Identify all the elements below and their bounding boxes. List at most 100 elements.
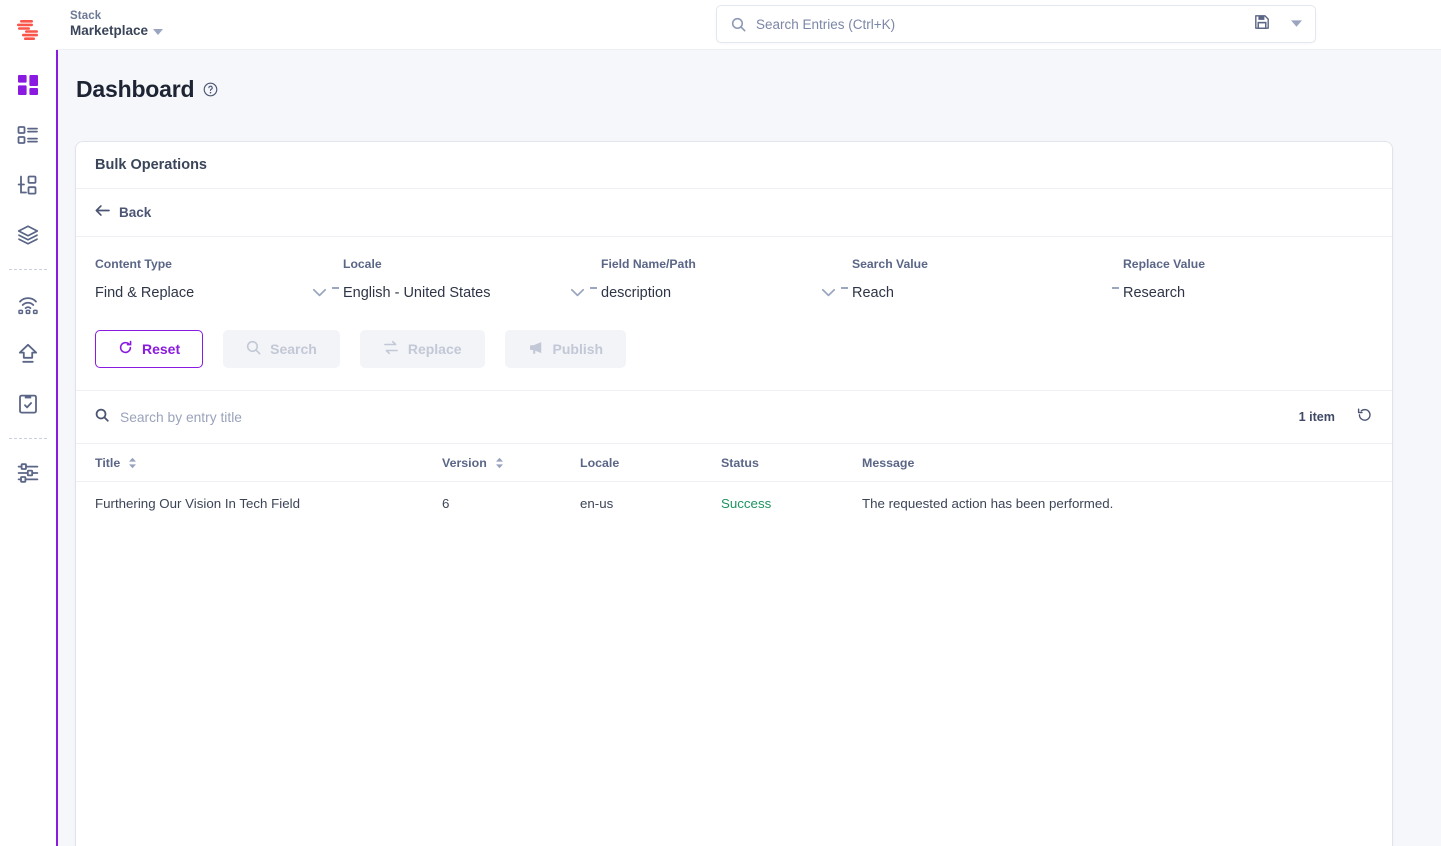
magnifier-icon xyxy=(95,408,109,427)
undo-refresh-icon[interactable] xyxy=(1357,407,1373,428)
filter-row: Content Type Find & Replace Locale Engli… xyxy=(95,257,1373,304)
page-container: Dashboard Bulk Operations Back Content T… xyxy=(56,50,1441,846)
filter-value: English - United States xyxy=(343,285,491,301)
layers-icon xyxy=(17,224,39,246)
filter-control[interactable]: Find & Replace xyxy=(95,282,327,304)
filter-search-value[interactable]: Search Value Reach xyxy=(852,257,1107,304)
filter-label: Search Value xyxy=(852,257,928,271)
card-title-bar: Bulk Operations xyxy=(76,142,1392,189)
filter-label: Field Name/Path xyxy=(601,257,696,271)
global-search-actions xyxy=(1254,14,1303,35)
filter-label: Content Type xyxy=(95,257,172,271)
filter-control[interactable]: Reach xyxy=(852,282,1107,304)
filter-label: Replace Value xyxy=(1123,257,1205,271)
bulk-operations-card: Bulk Operations Back Content Type Find &… xyxy=(76,142,1392,846)
sidebar-item-settings[interactable] xyxy=(0,448,56,498)
column-header-version[interactable]: Version xyxy=(442,456,580,470)
back-button[interactable]: Back xyxy=(95,204,151,222)
filter-control[interactable]: description xyxy=(601,282,836,304)
magnifier-icon xyxy=(246,340,261,358)
chevron-down-icon[interactable] xyxy=(570,284,585,302)
action-buttons: Reset Search Replace Publish xyxy=(95,330,1373,368)
column-header-title[interactable]: Title xyxy=(95,456,442,470)
contentstack-logo[interactable] xyxy=(0,8,56,52)
top-bar: Stack Marketplace Search Entries (Ctrl+K… xyxy=(56,0,1441,50)
publish-button[interactable]: Publish xyxy=(504,330,627,368)
wifi-dots-icon xyxy=(17,293,39,315)
sidebar-item-entries[interactable] xyxy=(0,160,56,210)
column-label: Message xyxy=(862,455,915,470)
search-button[interactable]: Search xyxy=(223,330,340,368)
table-row[interactable]: Furthering Our Vision In Tech Field 6 en… xyxy=(76,482,1392,524)
filter-separator xyxy=(327,287,343,289)
sort-icon[interactable] xyxy=(495,457,504,469)
sort-icon[interactable] xyxy=(128,457,137,469)
sidebar-item-assets[interactable] xyxy=(0,210,56,260)
filter-control[interactable]: Research xyxy=(1123,282,1353,304)
item-count: 1 item xyxy=(1298,410,1335,424)
stack-name: Marketplace xyxy=(70,23,149,39)
filter-control[interactable]: English - United States xyxy=(343,282,585,304)
search-label: Search xyxy=(270,341,317,357)
list-search-bar: Search by entry title 1 item xyxy=(76,391,1392,444)
caret-down-icon[interactable] xyxy=(153,28,164,35)
sidebar-item-workflows[interactable] xyxy=(0,379,56,429)
filter-replace-value[interactable]: Replace Value Research xyxy=(1123,257,1353,304)
back-label: Back xyxy=(119,205,152,220)
column-header-status: Status xyxy=(721,456,862,470)
refresh-icon xyxy=(118,340,133,358)
chevron-down-icon[interactable] xyxy=(821,284,836,302)
filter-separator xyxy=(585,287,601,289)
primary-navigation-rail xyxy=(0,0,56,846)
stack-label: Stack xyxy=(70,9,102,22)
filter-locale[interactable]: Locale English - United States xyxy=(343,257,585,304)
megaphone-icon xyxy=(528,340,544,358)
floppy-disk-icon[interactable] xyxy=(1254,14,1270,35)
table-header-row: Title Version Locale Status Message xyxy=(76,444,1392,482)
grid-squares-icon xyxy=(17,74,39,96)
sidebar-item-content-types[interactable] xyxy=(0,110,56,160)
chevron-down-icon[interactable] xyxy=(312,284,327,302)
list-search-meta: 1 item xyxy=(1299,407,1373,428)
search-value-input[interactable]: Reach xyxy=(852,285,894,301)
chevron-down-icon[interactable] xyxy=(1290,15,1303,33)
cell-locale: en-us xyxy=(580,495,614,511)
column-header-message: Message xyxy=(862,456,1373,470)
question-circle-icon[interactable] xyxy=(203,82,218,97)
global-search-box[interactable]: Search Entries (Ctrl+K) xyxy=(716,5,1316,43)
column-label: Version xyxy=(442,455,487,470)
column-label: Status xyxy=(721,455,759,470)
filter-content-type[interactable]: Content Type Find & Replace xyxy=(95,257,327,304)
page-title: Dashboard xyxy=(76,76,195,102)
sidebar-item-live-preview[interactable] xyxy=(0,279,56,329)
filter-separator xyxy=(1107,287,1123,289)
global-search[interactable]: Search Entries (Ctrl+K) xyxy=(716,5,1316,43)
replace-label: Replace xyxy=(407,341,462,357)
results-table: Title Version Locale Status Message Furt… xyxy=(76,444,1392,846)
filter-value: Find & Replace xyxy=(95,285,195,301)
rail-divider-2 xyxy=(9,438,47,439)
publish-label: Publish xyxy=(552,341,604,357)
entry-title-search[interactable]: Search by entry title xyxy=(95,408,1299,427)
sidebar-item-dashboard[interactable] xyxy=(0,60,56,110)
cell-version: 6 xyxy=(442,495,450,511)
filter-separator xyxy=(836,287,852,289)
cell-title: Furthering Our Vision In Tech Field xyxy=(95,495,300,511)
column-label: Title xyxy=(95,455,121,470)
reset-label: Reset xyxy=(142,341,181,357)
cell-message: The requested action has been performed. xyxy=(862,495,1114,511)
cell-status: Success xyxy=(721,495,772,511)
list-blocks-icon xyxy=(17,124,39,146)
filter-field-name-path[interactable]: Field Name/Path description xyxy=(601,257,836,304)
sliders-icon xyxy=(17,462,39,484)
reset-button[interactable]: Reset xyxy=(95,330,204,368)
global-search-input[interactable]: Search Entries (Ctrl+K) xyxy=(756,17,1254,32)
replace-button[interactable]: Replace xyxy=(359,330,485,368)
clipboard-check-icon xyxy=(17,393,39,415)
entry-title-search-input[interactable]: Search by entry title xyxy=(120,410,242,425)
replace-value-input[interactable]: Research xyxy=(1123,285,1185,301)
stack-selector[interactable]: Stack Marketplace xyxy=(70,9,164,40)
page-header: Dashboard xyxy=(58,50,1441,103)
swap-arrows-icon xyxy=(383,340,399,358)
sidebar-item-releases[interactable] xyxy=(0,329,56,379)
